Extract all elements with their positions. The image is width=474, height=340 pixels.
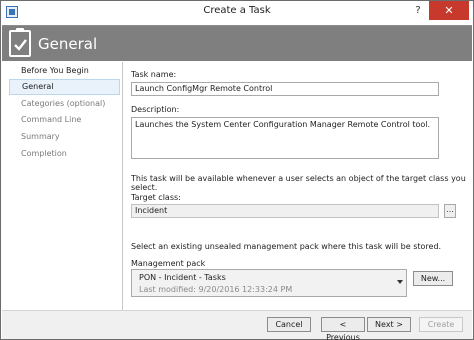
wizard-footer: Cancel < Previous Next > Create [2,310,472,340]
page-title: General [38,35,98,53]
title-bar: Create a Task ? ✕ [1,1,473,23]
availability-note: This task will be available whenever a u… [131,174,466,192]
browse-target-class-button[interactable]: ... [444,204,456,218]
wizard-nav: Before You Begin General Categories (opt… [5,62,120,310]
nav-item-command-line[interactable]: Command Line [9,112,120,128]
window-title: Create a Task [203,5,271,16]
management-pack-dropdown[interactable]: PON - Incident - Tasks Last modified: 9/… [131,269,407,297]
previous-button[interactable]: < Previous [321,317,365,340]
page-header: General [2,25,472,61]
create-button: Create [419,317,463,332]
description-label: Description: [131,105,180,114]
management-pack-label: Management pack [131,259,206,268]
target-class-field: Incident [131,204,439,218]
task-name-input[interactable]: Launch ConfigMgr Remote Control [131,82,439,96]
clipboard-check-icon [9,28,31,57]
management-pack-last-modified: Last modified: 9/20/2016 12:33:24 PM [139,285,293,294]
nav-item-completion[interactable]: Completion [9,146,120,162]
new-management-pack-button[interactable]: New... [413,271,453,286]
chevron-down-icon [397,280,403,284]
description-textarea[interactable]: Launches the System Center Configuration… [131,117,439,159]
close-button[interactable]: ✕ [429,1,469,20]
management-pack-name: PON - Incident - Tasks [139,273,226,282]
nav-item-summary[interactable]: Summary [9,129,120,145]
nav-item-before-you-begin[interactable]: Before You Begin [9,63,120,79]
management-pack-note: Select an existing unsealed management p… [131,242,442,251]
next-button[interactable]: Next > [367,317,411,332]
target-class-label: Target class: [131,193,181,202]
create-task-dialog: Create a Task ? ✕ General Before You Beg… [0,0,474,340]
nav-item-categories[interactable]: Categories (optional) [9,96,120,112]
cancel-button[interactable]: Cancel [267,317,311,332]
general-page: Task name: Launch ConfigMgr Remote Contr… [123,62,473,310]
help-button[interactable]: ? [409,1,427,20]
task-name-label: Task name: [131,70,177,79]
nav-item-general[interactable]: General [9,79,120,95]
